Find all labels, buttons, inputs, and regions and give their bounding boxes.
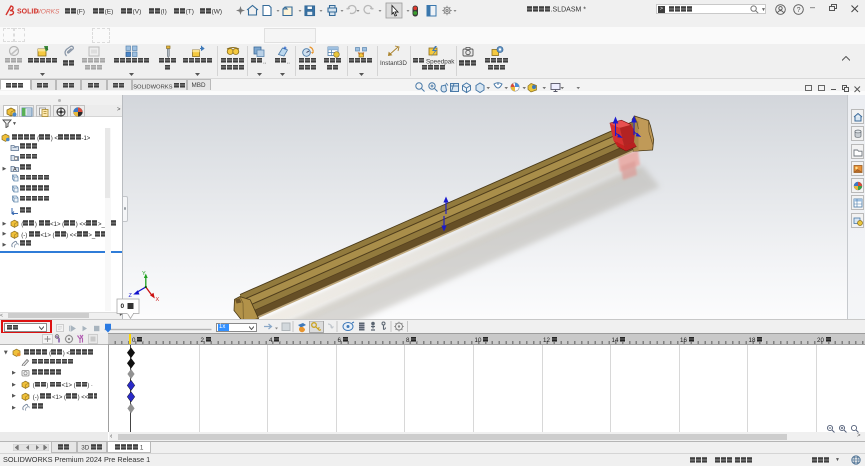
svg-text:?: ? [797,7,801,14]
svg-text:WORKS: WORKS [35,9,61,16]
svg-text:X: X [156,297,160,303]
svg-text:Z: Z [129,293,133,299]
svg-text:Y: Y [142,271,146,277]
